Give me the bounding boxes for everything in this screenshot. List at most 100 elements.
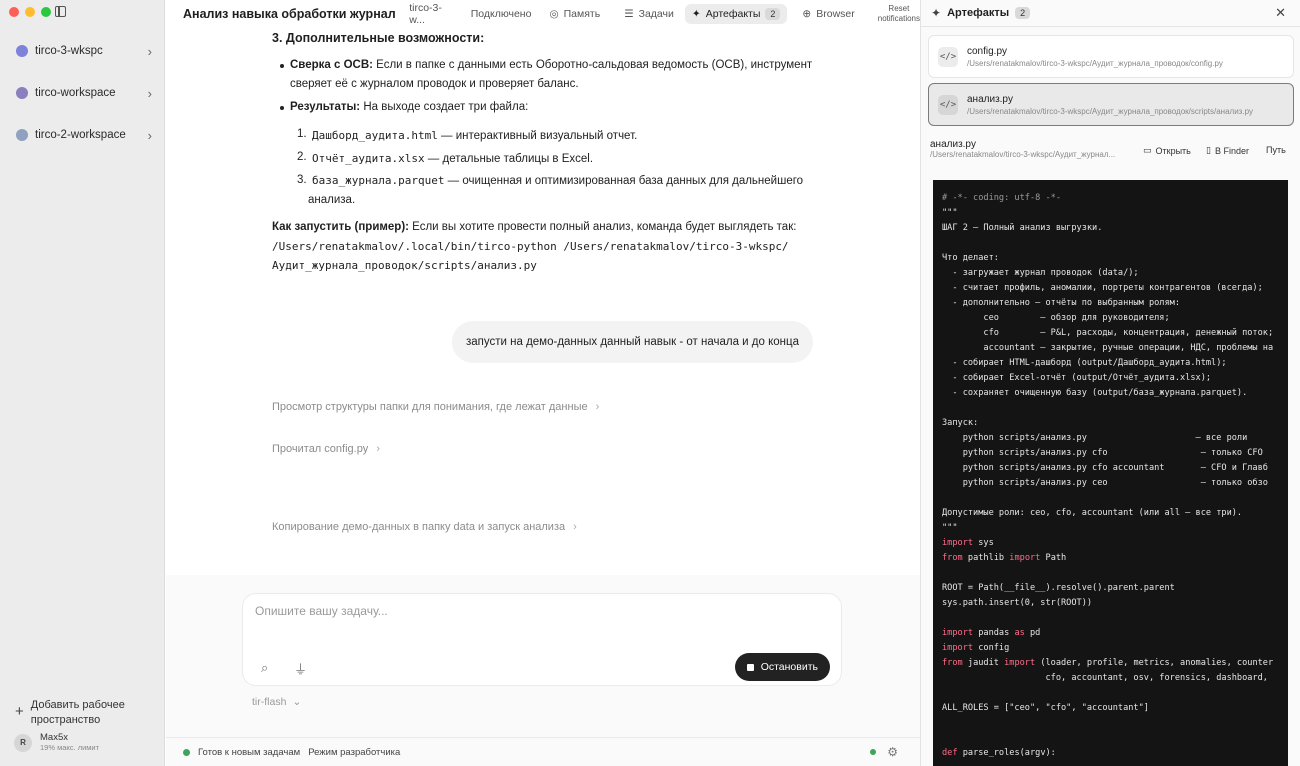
chevron-right-icon: ›: [573, 521, 577, 533]
file-icon: ▯: [1206, 145, 1211, 155]
code-line: from jaudit import (loader, profile, met…: [942, 658, 1274, 668]
list-number: 3.: [297, 174, 307, 186]
code-line: Запуск:: [942, 418, 979, 428]
tasks-label: Задачи: [638, 7, 674, 20]
workspace-dot-icon: [16, 129, 28, 141]
model-label: tir-flash: [252, 696, 287, 708]
chevron-right-icon: ›: [376, 443, 380, 455]
code-line: - собирает Excel-отчёт (output/Отчёт_ауд…: [942, 373, 1212, 383]
workspace-dot-icon: [16, 45, 28, 57]
workspace-chip[interactable]: tirco-3-w...: [409, 2, 456, 26]
workspace-item-tirco-2-workspace[interactable]: tirco-2-workspace ›: [8, 120, 158, 150]
workspace-label: tirco-3-wkspc: [35, 45, 103, 57]
run-text: Если вы хотите провести полный анализ, к…: [408, 221, 797, 233]
stop-button[interactable]: Остановить: [734, 653, 830, 681]
chevron-right-icon: ›: [147, 85, 152, 101]
dev-mode-toggle[interactable]: Режим разработчика: [308, 747, 400, 758]
model-selector[interactable]: tir-flash ⌄: [252, 696, 301, 708]
user-profile[interactable]: R Max5x 19% макс. лимит: [14, 732, 99, 753]
artifact-file-config[interactable]: </> config.py /Users/renatakmalov/tirco-…: [928, 35, 1294, 78]
file-code: Дашборд_аудита.html: [312, 129, 438, 142]
activity-step[interactable]: Прочитал config.py ›: [272, 443, 380, 455]
path-button[interactable]: Путь: [1266, 145, 1286, 155]
zoom-window-button[interactable]: [41, 7, 51, 17]
code-line: # -*- coding: utf-8 -*-: [942, 193, 1061, 203]
reset-notifications-button[interactable]: Reset notifications: [878, 4, 920, 24]
code-viewer[interactable]: # -*- coding: utf-8 -*- """ ШАГ 2 — Полный…: [933, 180, 1288, 766]
code-line: """: [942, 208, 958, 218]
bullet-osv-title: Сверка с ОСВ:: [290, 59, 373, 71]
memory-button[interactable]: ◎ Память: [542, 4, 607, 24]
step-label: Просмотр структуры папки для понимания, …: [272, 401, 588, 413]
reset-line-1: Reset: [888, 3, 910, 13]
step-label: Копирование демо-данных в папку data и з…: [272, 521, 566, 533]
code-line: cfo, accountant, osv, forensics, dashboa…: [942, 673, 1268, 683]
chevron-down-icon: ⌄: [292, 696, 302, 708]
code-line: sys.path.insert(0, str(ROOT)): [942, 598, 1093, 608]
list-item: Отчёт_аудита.xlsx — детальные таблицы в …: [312, 149, 593, 170]
bullet-results-text: На выходе создает три файла:: [360, 101, 529, 113]
sidebar-toggle-icon[interactable]: [55, 6, 66, 17]
code-line: ШАГ 2 — Полный анализ выгрузки.: [942, 223, 1103, 233]
close-window-button[interactable]: [9, 7, 19, 17]
list-item: база_журнала.parquet — очищенная и оптим…: [312, 171, 803, 192]
chevron-right-icon: ›: [147, 43, 152, 59]
preview-header: анализ.py /Users/renatakmalov/tirco-3-wk…: [930, 139, 1135, 159]
minimize-window-button[interactable]: [25, 7, 35, 17]
code-line: import config: [942, 643, 1010, 653]
connection-label: Подключено: [470, 7, 532, 20]
bullet-results: Результаты: На выходе создает три файла:: [290, 98, 528, 118]
code-line: ceo — обзор для руководителя;: [942, 313, 1170, 323]
tasks-button[interactable]: ☰ Задачи: [617, 4, 681, 24]
code-line: import pandas as pd: [942, 628, 1041, 638]
code-line: - загружает журнал проводок (data/);: [942, 268, 1139, 278]
conversation-title: Анализ навыка обработки журнала п...: [183, 6, 396, 21]
artifacts-button[interactable]: ✦ Артефакты 2: [684, 3, 788, 24]
run-title: Как запустить (пример):: [272, 221, 409, 233]
bullet-results-title: Результаты:: [290, 101, 361, 113]
status-bar: Готов к новым задачам Режим разработчика…: [166, 737, 920, 766]
artifact-file-path: /Users/renatakmalov/tirco-3-wkspc/Аудит_…: [967, 58, 1223, 68]
bullet-osv-text: Если в папке с данными есть Оборотно-сал…: [372, 59, 813, 71]
sidebar: tirco-3-wkspc › tirco-workspace › tirco-…: [0, 0, 165, 766]
connection-dot-icon: [870, 749, 876, 755]
bullet-osv: Сверка с ОСВ: Если в папке с данными ест…: [290, 56, 812, 76]
code-line: accountant — закрытие, ручные операции, …: [942, 343, 1274, 353]
message-composer[interactable]: Опишите вашу задачу... ⌕ ⏚ Остановить: [242, 593, 842, 686]
activity-step[interactable]: Копирование демо-данных в папку data и з…: [272, 521, 577, 533]
close-icon[interactable]: ✕: [1275, 5, 1286, 21]
user-message-text: запусти на демо-данных данный навык - от…: [465, 336, 799, 348]
browser-button[interactable]: ⊕ Browser: [795, 4, 861, 24]
activity-step[interactable]: Просмотр структуры папки для понимания, …: [272, 401, 599, 413]
workspace-item-tirco-workspace[interactable]: tirco-workspace ›: [8, 78, 158, 108]
finder-label: В Finder: [1214, 145, 1249, 156]
workspace-item-tirco-3-wkspc[interactable]: tirco-3-wkspc ›: [8, 36, 158, 66]
paperclip-icon[interactable]: ⌕: [261, 660, 275, 675]
open-button[interactable]: ▭ Открыть: [1143, 145, 1191, 156]
artifacts-panel: ✦ Артефакты 2 ✕ </> config.py /Users/ren…: [921, 0, 1300, 766]
artifact-file-analysis[interactable]: </> анализ.py /Users/renatakmalov/tirco-…: [928, 83, 1294, 126]
code-line: - считает профиль, аномалии, портреты ко…: [942, 283, 1263, 293]
code-line: import sys: [942, 538, 994, 548]
chat-area: 3. Дополнительные возможности: Сверка с …: [166, 27, 920, 575]
add-workspace-button[interactable]: + Добавить рабочее пространство: [15, 698, 155, 728]
gear-icon[interactable]: ⚙: [887, 745, 898, 759]
list-icon: ☰: [624, 7, 634, 20]
artifacts-title: Артефакты: [947, 7, 1010, 19]
code-line: Допустимые роли: ceo, cfo, accountant (и…: [942, 508, 1243, 518]
top-bar: Анализ навыка обработки журнала п... tir…: [166, 0, 920, 27]
finder-button[interactable]: ▯ В Finder: [1206, 145, 1249, 156]
folder-icon: ▭: [1143, 145, 1152, 155]
sparkle-icon: ✦: [691, 7, 701, 20]
plug-icon[interactable]: ⏚: [294, 659, 307, 678]
bullet-dot: [280, 64, 284, 68]
code-line: python scripts/анализ.py cfo accountant …: [942, 463, 1268, 473]
task-input[interactable]: Опишите вашу задачу...: [255, 604, 388, 618]
